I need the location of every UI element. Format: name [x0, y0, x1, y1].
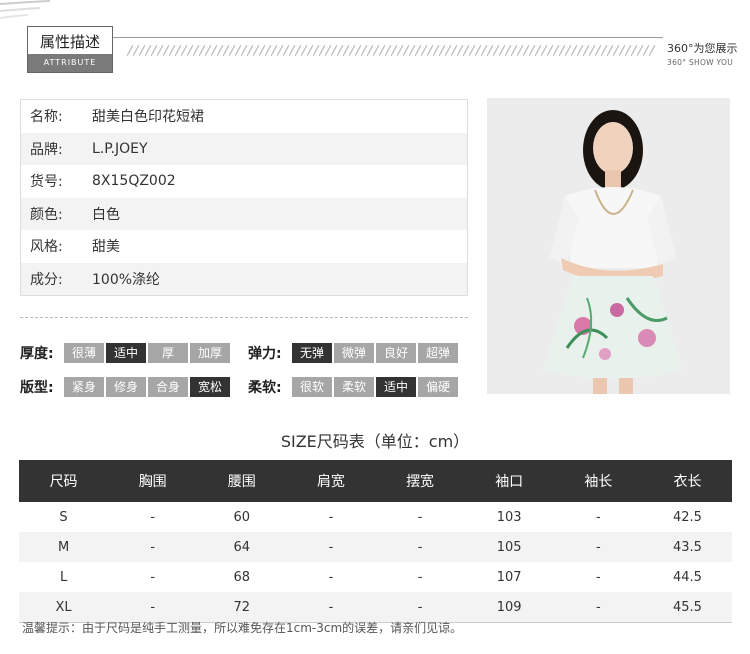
elasticity-option: 超弹	[418, 343, 458, 363]
info-value: 甜美白色印花短裙	[92, 109, 204, 126]
size-table-title: SIZE尺码表（单位：cm）	[280, 432, 470, 451]
table-cell: -	[328, 509, 334, 525]
softness-option: 很软	[292, 377, 332, 397]
table-cell: 109	[464, 592, 554, 623]
info-value: 甜美	[92, 239, 120, 256]
table-cell: -	[553, 532, 643, 562]
info-value: 100%涤纶	[92, 271, 161, 288]
header-decoration	[0, 0, 51, 19]
elasticity-label: 弹力:	[248, 346, 282, 362]
thickness-option: 厚	[148, 343, 188, 363]
table-cell: 45.5	[642, 592, 732, 623]
info-value: 白色	[92, 206, 120, 223]
fit-option: 修身	[106, 377, 146, 397]
table-row: L - 68 - - 107 - 44.5	[19, 562, 732, 592]
table-cell: -	[375, 592, 465, 623]
table-cell: -	[150, 509, 156, 525]
table-cell: 64	[197, 532, 287, 562]
info-value: L.P.JOEY	[92, 140, 148, 157]
header-cell: 肩宽	[286, 460, 376, 502]
size-table-header: 尺码 胸围 腰围 肩宽 摆宽 袖口 袖长 衣长	[19, 460, 732, 502]
info-key: 风格:	[30, 239, 63, 256]
table-row: XL - 72 - - 109 - 45.5	[19, 592, 732, 623]
softness-option: 柔软	[334, 377, 374, 397]
info-key: 颜色:	[30, 206, 63, 223]
section-title: 属性描述	[39, 33, 100, 51]
section-title-badge: 属性描述 ATTRIBUTE	[27, 26, 113, 73]
thickness-option: 很薄	[64, 343, 104, 363]
header-cell: 衣长	[642, 460, 732, 502]
table-cell: -	[328, 569, 334, 585]
fit-option: 合身	[148, 377, 188, 397]
table-row: M - 64 - - 105 - 43.5	[19, 532, 732, 562]
info-row-style: 风格: 甜美	[21, 230, 467, 263]
header-cell: 袖长	[553, 460, 643, 502]
header-cell: 摆宽	[375, 460, 465, 502]
softness-label: 柔软:	[248, 380, 282, 396]
table-cell: 72	[197, 592, 287, 623]
table-cell: 60	[233, 509, 251, 525]
fit-label: 版型:	[20, 380, 54, 396]
table-cell: 44.5	[672, 569, 702, 585]
table-cell: -	[286, 532, 376, 562]
product-photo	[487, 98, 730, 394]
table-cell: 43.5	[642, 532, 732, 562]
info-key: 货号:	[30, 174, 63, 191]
section-divider	[20, 317, 468, 318]
elasticity-option: 微弹	[334, 343, 374, 363]
table-cell: -	[553, 592, 643, 623]
show-360-cn: 360°为您展示	[667, 42, 738, 55]
header-rule	[113, 37, 663, 38]
info-row-sku: 货号: 8X15QZ002	[21, 165, 467, 198]
size-table: 尺码 胸围 腰围 肩宽 摆宽 袖口 袖长 衣长 S - 60 - - 103 -…	[19, 460, 732, 623]
header-cell: 胸围	[108, 460, 198, 502]
table-cell: XL	[19, 592, 109, 623]
table-cell: -	[286, 592, 376, 623]
table-cell: 107	[496, 569, 522, 585]
table-cell: 103	[496, 509, 522, 525]
info-row-material: 成分: 100%涤纶	[21, 262, 467, 295]
thickness-option-selected: 适中	[106, 343, 146, 363]
table-cell: L	[59, 569, 68, 585]
softness-option: 偏硬	[418, 377, 458, 397]
fit-option: 紧身	[64, 377, 104, 397]
elasticity-option: 良好	[376, 343, 416, 363]
info-key: 名称:	[30, 109, 63, 126]
table-cell: -	[417, 569, 423, 585]
table-cell: 105	[464, 532, 554, 562]
info-value: 8X15QZ002	[92, 173, 176, 190]
table-cell: -	[150, 569, 156, 585]
info-row-brand: 品牌: L.P.JOEY	[21, 132, 467, 165]
section-subtitle: ATTRIBUTE	[28, 54, 112, 72]
header-hatch-pattern	[127, 45, 655, 56]
table-cell: -	[595, 509, 601, 525]
header-cell: 尺码	[19, 460, 109, 502]
table-cell: 42.5	[672, 509, 702, 525]
table-row: S - 60 - - 103 - 42.5	[19, 502, 732, 532]
measurement-note: 温馨提示：由于尺码是纯手工测量，所以难免存在1cm-3cm的误差，请亲们见谅。	[22, 621, 463, 635]
info-key: 成分:	[30, 271, 63, 288]
table-cell: S	[59, 509, 68, 525]
table-cell: 68	[233, 569, 251, 585]
elasticity-option-selected: 无弹	[292, 343, 332, 363]
table-cell: M	[19, 532, 109, 562]
header-cell: 袖口	[464, 460, 554, 502]
table-cell: -	[375, 532, 465, 562]
softness-option-selected: 适中	[376, 377, 416, 397]
thickness-option: 加厚	[190, 343, 230, 363]
thickness-label: 厚度:	[20, 346, 54, 362]
show-360-label: 360°为您展示 360° SHOW YOU	[667, 40, 747, 67]
model-illustration	[487, 98, 730, 394]
fit-option-selected: 宽松	[190, 377, 230, 397]
table-cell: -	[108, 532, 198, 562]
info-key: 品牌:	[30, 141, 63, 158]
product-info-table: 名称: 甜美白色印花短裙 品牌: L.P.JOEY 货号: 8X15QZ002 …	[20, 99, 468, 296]
table-cell: -	[108, 592, 198, 623]
info-row-color: 颜色: 白色	[21, 197, 467, 230]
show-360-en: 360° SHOW YOU	[667, 58, 734, 67]
header-cell: 腰围	[197, 460, 287, 502]
table-cell: -	[595, 569, 601, 585]
table-cell: -	[417, 509, 423, 525]
info-row-name: 名称: 甜美白色印花短裙	[21, 100, 467, 133]
